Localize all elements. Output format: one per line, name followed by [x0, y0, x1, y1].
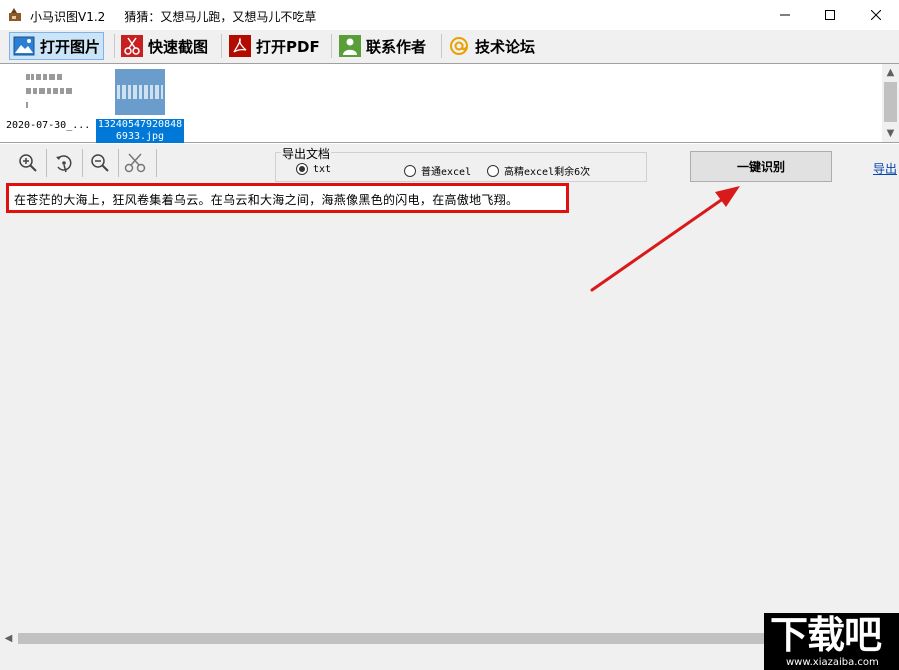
- annotation-arrow: [590, 186, 740, 292]
- watermark-title: 下载吧: [770, 613, 882, 657]
- watermark-logo: 下载吧 www.xiazaiba.com: [764, 613, 899, 670]
- watermark-url: www.xiazaiba.com: [786, 657, 879, 668]
